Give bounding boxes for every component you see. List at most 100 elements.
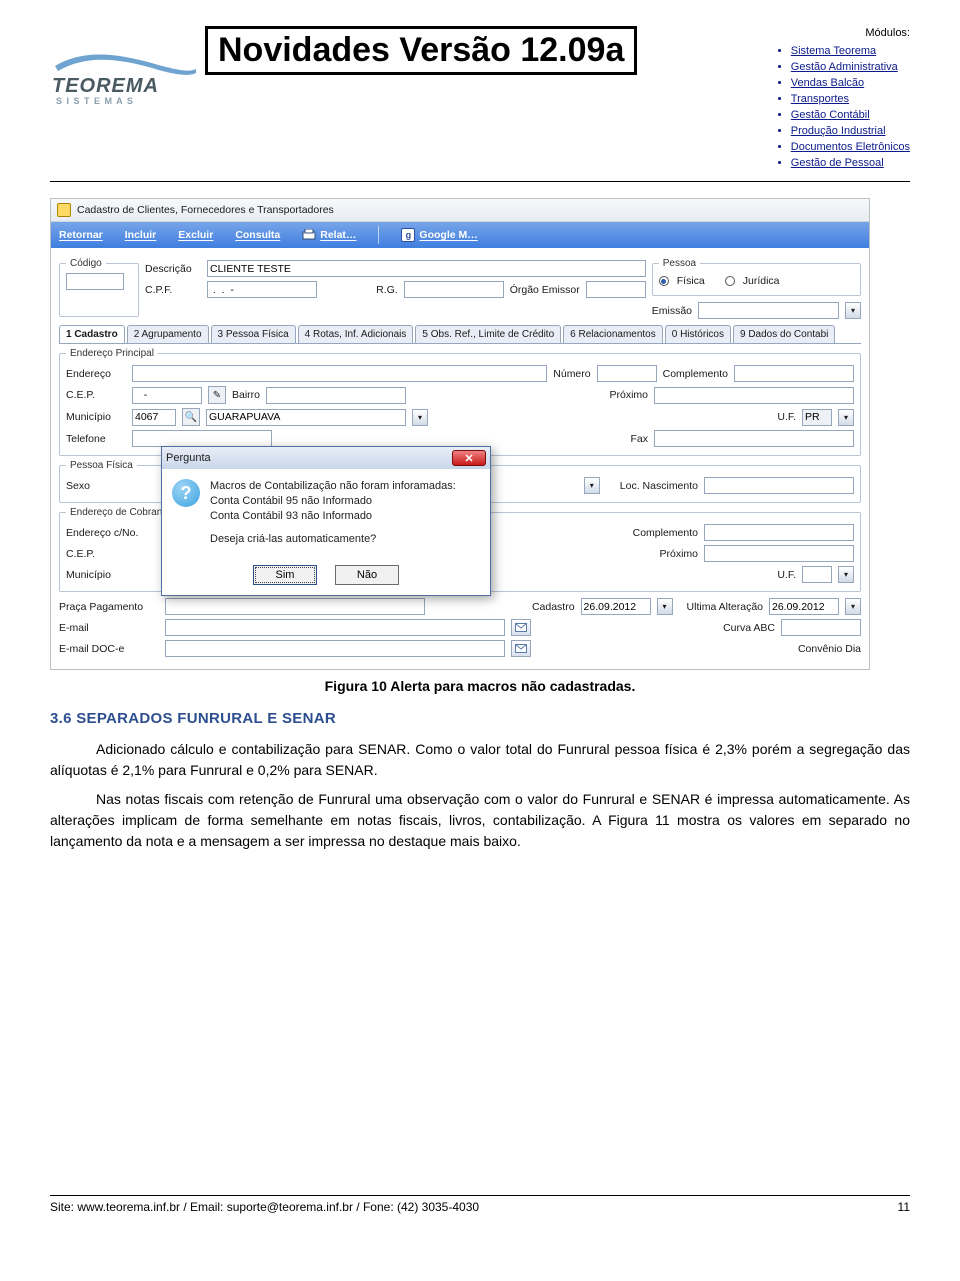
cep-label: C.E.P. — [66, 389, 126, 401]
cpf-label: C.P.F. — [145, 284, 201, 296]
page-footer: Site: www.teorema.inf.br / Email: suport… — [50, 1195, 910, 1214]
cep-input[interactable] — [132, 387, 202, 404]
cob-proximo-input[interactable] — [704, 545, 854, 562]
curva-input[interactable] — [781, 619, 861, 636]
municipio-label: Município — [66, 411, 126, 423]
emaildoce-label: E-mail DOC-e — [59, 643, 159, 655]
toolbar: Retornar Incluir Excluir Consulta Relat…… — [51, 222, 869, 248]
bairro-label: Bairro — [232, 389, 260, 401]
module-item: Transportes — [791, 92, 910, 108]
window-title-text: Cadastro de Clientes, Fornecedores e Tra… — [77, 204, 334, 216]
numero-label: Número — [553, 368, 590, 380]
cob-uf-input[interactable] — [802, 566, 832, 583]
tab-0-hist-ricos[interactable]: 0 Históricos — [665, 325, 731, 343]
uf-dropdown[interactable]: ▾ — [838, 409, 854, 426]
toolbar-google-maps[interactable]: g Google M… — [401, 228, 477, 242]
praca-input[interactable] — [165, 598, 425, 615]
end-principal-legend: Endereço Principal — [66, 348, 158, 359]
paragraph-2: Nas notas fiscais com retenção de Funrur… — [50, 789, 910, 852]
radio-juridica[interactable] — [725, 276, 735, 286]
cob-end-label: Endereço c/No. — [66, 527, 146, 539]
emissao-label: Emissão — [652, 305, 692, 317]
uf-input[interactable] — [802, 409, 832, 426]
window-titlebar: Cadastro de Clientes, Fornecedores e Tra… — [51, 199, 869, 222]
rg-input[interactable] — [404, 281, 504, 298]
divider — [50, 181, 910, 182]
tab-2-agrupamento[interactable]: 2 Agrupamento — [127, 325, 209, 343]
modules-list: Módulos: Sistema TeoremaGestão Administr… — [773, 26, 910, 171]
fax-label: Fax — [630, 433, 648, 445]
dialog-close-button[interactable]: ✕ — [452, 450, 486, 466]
cadastro-dropdown[interactable]: ▾ — [657, 598, 673, 615]
pessoa-legend: Pessoa — [659, 258, 700, 269]
curva-label: Curva ABC — [723, 622, 775, 634]
tab-6-relacionamentos[interactable]: 6 Relacionamentos — [563, 325, 663, 343]
toolbar-relat[interactable]: Relat… — [302, 229, 356, 241]
tab-4-rotas-inf-adicionais[interactable]: 4 Rotas, Inf. Adicionais — [298, 325, 414, 343]
orgao-input[interactable] — [586, 281, 646, 298]
bairro-input[interactable] — [266, 387, 406, 404]
ultalt-dropdown[interactable]: ▾ — [845, 598, 861, 615]
telefone-label: Telefone — [66, 433, 126, 445]
cob-uf-dropdown[interactable]: ▾ — [838, 566, 854, 583]
tab-5-obs-ref-limite-de-cr-dito[interactable]: 5 Obs. Ref., Limite de Crédito — [415, 325, 561, 343]
email-input[interactable] — [165, 619, 505, 636]
pf-legend: Pessoa Física — [66, 460, 137, 471]
tab-9-dados-do-contabi[interactable]: 9 Dados do Contabi — [733, 325, 835, 343]
radio-fisica[interactable] — [659, 276, 669, 286]
module-item: Gestão de Pessoal — [791, 156, 910, 172]
email-send-icon[interactable] — [511, 619, 531, 636]
ultalt-input[interactable] — [769, 598, 839, 615]
municipio-lookup-icon[interactable]: 🔍 — [182, 408, 200, 426]
tab-1-cadastro[interactable]: 1 Cadastro — [59, 325, 125, 343]
proximo-label: Próximo — [609, 389, 648, 401]
dialog-title: Pergunta — [166, 452, 211, 464]
screenshot-cadastro: Cadastro de Clientes, Fornecedores e Tra… — [50, 198, 870, 670]
sexo-dropdown[interactable]: ▾ — [584, 477, 600, 494]
toolbar-consulta[interactable]: Consulta — [235, 229, 280, 241]
module-item: Produção Industrial — [791, 124, 910, 140]
cob-uf-label: U.F. — [777, 569, 796, 581]
emissao-dropdown[interactable]: ▾ — [845, 302, 861, 319]
locnasc-input[interactable] — [704, 477, 854, 494]
municipio-cod-input[interactable] — [132, 409, 176, 426]
codigo-input[interactable] — [66, 273, 124, 290]
municipio-dropdown[interactable]: ▾ — [412, 409, 428, 426]
dialog-sim-button[interactable]: Sim — [253, 565, 317, 585]
module-item: Vendas Balcão — [791, 76, 910, 92]
proximo-input[interactable] — [654, 387, 854, 404]
toolbar-incluir[interactable]: Incluir — [125, 229, 157, 241]
municipio-nome-input[interactable] — [206, 409, 406, 426]
praca-label: Praça Pagamento — [59, 601, 159, 613]
emissao-input[interactable] — [698, 302, 839, 319]
emaildoce-send-icon[interactable] — [511, 640, 531, 657]
tab-3-pessoa-f-sica[interactable]: 3 Pessoa Física — [211, 325, 296, 343]
endereco-input[interactable] — [132, 365, 547, 382]
ultalt-label: Ultima Alteração — [687, 601, 763, 613]
cob-compl-input[interactable] — [704, 524, 854, 541]
emaildoce-input[interactable] — [165, 640, 505, 657]
cep-lookup-icon[interactable]: ✎ — [208, 386, 226, 404]
cadastro-input[interactable] — [581, 598, 651, 615]
locnasc-label: Loc. Nascimento — [620, 480, 698, 492]
toolbar-retornar[interactable]: Retornar — [59, 229, 103, 241]
cob-compl-label: Complemento — [633, 527, 698, 539]
cob-cep-label: C.E.P. — [66, 548, 146, 560]
complemento-input[interactable] — [734, 365, 854, 382]
toolbar-excluir[interactable]: Excluir — [178, 229, 213, 241]
cpf-input[interactable] — [207, 281, 317, 298]
logo: TEOREMA S I S T E M A S — [50, 26, 205, 113]
dialog-nao-button[interactable]: Não — [335, 565, 399, 585]
fax-input[interactable] — [654, 430, 854, 447]
module-item: Sistema Teorema — [791, 44, 910, 60]
descricao-input[interactable] — [207, 260, 646, 277]
uf-label: U.F. — [777, 411, 796, 423]
tabs: 1 Cadastro2 Agrupamento3 Pessoa Física4 … — [59, 325, 861, 344]
page-number: 11 — [898, 1200, 910, 1214]
telefone-input[interactable] — [132, 430, 272, 447]
rg-label: R.G. — [376, 284, 398, 296]
svg-text:TEOREMA: TEOREMA — [52, 75, 159, 97]
footer-text: Site: www.teorema.inf.br / Email: suport… — [50, 1200, 479, 1214]
numero-input[interactable] — [597, 365, 657, 382]
module-item: Gestão Contábil — [791, 108, 910, 124]
